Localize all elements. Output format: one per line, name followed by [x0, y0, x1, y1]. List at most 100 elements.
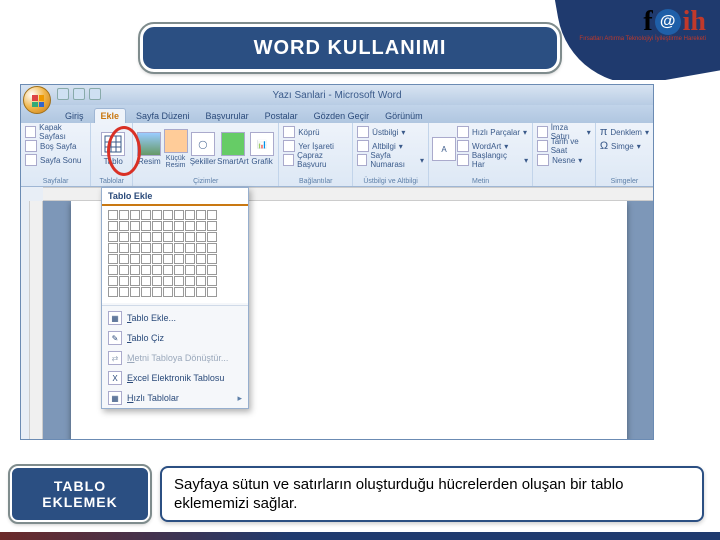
grid-cell[interactable] — [119, 276, 129, 286]
grid-cell[interactable] — [196, 210, 206, 220]
grid-cell[interactable] — [108, 210, 118, 220]
grid-cell[interactable] — [119, 265, 129, 275]
crossref-button[interactable]: Çapraz Başvuru — [283, 153, 348, 167]
grid-cell[interactable] — [152, 221, 162, 231]
tab-ekle[interactable]: Ekle — [94, 108, 127, 123]
tab-görünüm[interactable]: Görünüm — [379, 109, 429, 123]
grid-cell[interactable] — [141, 210, 151, 220]
grid-cell[interactable] — [130, 265, 140, 275]
dropcap-button[interactable]: Başlangıç Har▾ — [457, 153, 528, 167]
chart-button[interactable]: 📊Grafik — [250, 125, 274, 173]
grid-cell[interactable] — [196, 276, 206, 286]
grid-cell[interactable] — [196, 287, 206, 297]
grid-cell[interactable] — [207, 265, 217, 275]
grid-cell[interactable] — [141, 276, 151, 286]
grid-cell[interactable] — [108, 254, 118, 264]
grid-cell[interactable] — [130, 287, 140, 297]
equation-button[interactable]: πDenklem▾ — [600, 125, 649, 139]
grid-cell[interactable] — [130, 210, 140, 220]
grid-cell[interactable] — [119, 254, 129, 264]
grid-cell[interactable] — [141, 265, 151, 275]
grid-cell[interactable] — [207, 243, 217, 253]
grid-cell[interactable] — [174, 265, 184, 275]
grid-cell[interactable] — [141, 254, 151, 264]
tab-sayfa düzeni[interactable]: Sayfa Düzeni — [130, 109, 196, 123]
tab-başvurular[interactable]: Başvurular — [200, 109, 255, 123]
grid-cell[interactable] — [196, 265, 206, 275]
grid-cell[interactable] — [207, 232, 217, 242]
picture-button[interactable]: Resim — [137, 125, 161, 173]
grid-cell[interactable] — [185, 210, 195, 220]
insert-table-grid[interactable] — [102, 206, 248, 303]
grid-cell[interactable] — [163, 276, 173, 286]
grid-cell[interactable] — [185, 243, 195, 253]
grid-cell[interactable] — [152, 210, 162, 220]
grid-cell[interactable] — [185, 276, 195, 286]
page-break-button[interactable]: Sayfa Sonu — [25, 153, 86, 167]
grid-cell[interactable] — [174, 276, 184, 286]
grid-cell[interactable] — [108, 265, 118, 275]
grid-cell[interactable] — [119, 210, 129, 220]
grid-cell[interactable] — [119, 243, 129, 253]
grid-cell[interactable] — [163, 265, 173, 275]
clipart-button[interactable]: Küçük Resim — [163, 125, 187, 173]
grid-cell[interactable] — [174, 254, 184, 264]
blank-page-button[interactable]: Boş Sayfa — [25, 139, 86, 153]
grid-cell[interactable] — [108, 221, 118, 231]
grid-cell[interactable] — [119, 221, 129, 231]
grid-cell[interactable] — [130, 243, 140, 253]
grid-cell[interactable] — [108, 276, 118, 286]
smartart-button[interactable]: SmartArt — [218, 125, 248, 173]
pagenum-button[interactable]: Sayfa Numarası▾ — [357, 153, 424, 167]
grid-cell[interactable] — [130, 232, 140, 242]
grid-cell[interactable] — [174, 210, 184, 220]
dropdown-item-quick[interactable]: ▦Hızlı Tablolar▸ — [102, 388, 248, 408]
grid-cell[interactable] — [130, 254, 140, 264]
grid-cell[interactable] — [174, 221, 184, 231]
tab-giriş[interactable]: Giriş — [59, 109, 90, 123]
office-button[interactable] — [23, 86, 51, 114]
quick-access-toolbar[interactable] — [57, 88, 101, 100]
grid-cell[interactable] — [207, 254, 217, 264]
grid-cell[interactable] — [185, 221, 195, 231]
grid-cell[interactable] — [141, 232, 151, 242]
grid-cell[interactable] — [152, 265, 162, 275]
tab-postalar[interactable]: Postalar — [259, 109, 304, 123]
quickparts-button[interactable]: Hızlı Parçalar▾ — [457, 125, 528, 139]
vertical-ruler[interactable] — [29, 201, 43, 439]
grid-cell[interactable] — [196, 254, 206, 264]
header-button[interactable]: Üstbilgi▾ — [357, 125, 424, 139]
grid-cell[interactable] — [207, 287, 217, 297]
grid-cell[interactable] — [108, 243, 118, 253]
grid-cell[interactable] — [196, 243, 206, 253]
grid-cell[interactable] — [163, 287, 173, 297]
grid-cell[interactable] — [152, 276, 162, 286]
grid-cell[interactable] — [152, 287, 162, 297]
textbox-button[interactable]: A — [433, 125, 455, 173]
grid-cell[interactable] — [152, 232, 162, 242]
cover-page-button[interactable]: Kapak Sayfası — [25, 125, 86, 139]
grid-cell[interactable] — [119, 232, 129, 242]
dropdown-item-pencil[interactable]: ✎Tablo Çiz — [102, 328, 248, 348]
grid-cell[interactable] — [163, 221, 173, 231]
table-button[interactable]: Tablo — [95, 125, 131, 173]
grid-cell[interactable] — [119, 287, 129, 297]
grid-cell[interactable] — [207, 210, 217, 220]
grid-cell[interactable] — [152, 243, 162, 253]
tab-gözden geçir[interactable]: Gözden Geçir — [308, 109, 376, 123]
grid-cell[interactable] — [152, 254, 162, 264]
grid-cell[interactable] — [163, 243, 173, 253]
grid-cell[interactable] — [163, 254, 173, 264]
object-button[interactable]: Nesne▾ — [537, 153, 591, 167]
grid-cell[interactable] — [141, 221, 151, 231]
grid-cell[interactable] — [130, 276, 140, 286]
grid-cell[interactable] — [207, 221, 217, 231]
grid-cell[interactable] — [196, 232, 206, 242]
datetime-button[interactable]: Tarih ve Saat — [537, 139, 591, 153]
grid-cell[interactable] — [108, 287, 118, 297]
hyperlink-button[interactable]: Köprü — [283, 125, 348, 139]
dropdown-item-grid[interactable]: ▦Tablo Ekle... — [102, 308, 248, 328]
grid-cell[interactable] — [141, 243, 151, 253]
grid-cell[interactable] — [174, 232, 184, 242]
grid-cell[interactable] — [185, 265, 195, 275]
